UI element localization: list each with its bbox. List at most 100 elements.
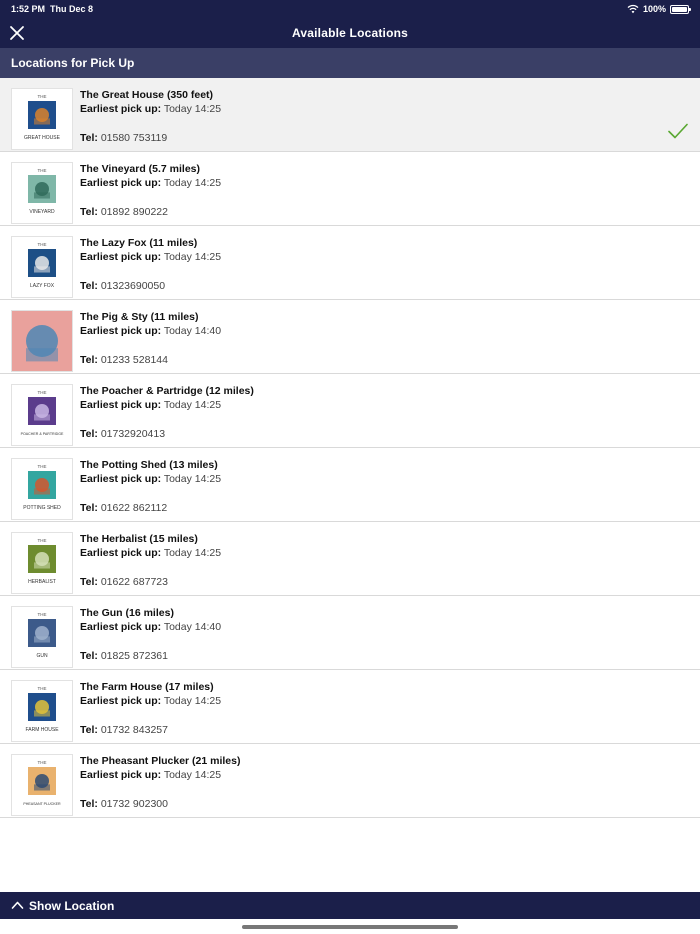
logo-bottom-text: PHEASANT PLUCKER bbox=[23, 802, 61, 806]
show-location-button[interactable]: Show Location bbox=[0, 892, 700, 919]
pickup-time: Earliest pick up: Today 14:25 bbox=[80, 695, 221, 707]
locations-list: THE GREAT HOUSE The Great House (350 feet)… bbox=[0, 78, 700, 818]
show-location-label: Show Location bbox=[29, 899, 115, 913]
location-name: The Farm House (17 miles) bbox=[80, 681, 214, 693]
tel-value: 01622 862112 bbox=[100, 502, 168, 514]
status-time: 1:52 PM bbox=[11, 4, 46, 14]
logo-bottom-text: LAZY FOX bbox=[30, 283, 55, 289]
location-row[interactable]: THE HERBALIST The Herbalist (15 miles) Earl… bbox=[0, 522, 700, 596]
location-row[interactable]: THE GUN The Gun (16 miles) Earliest pick up… bbox=[0, 596, 700, 670]
telephone: Tel: 01622 862112 bbox=[80, 502, 167, 514]
location-name: The Herbalist (15 miles) bbox=[80, 533, 198, 545]
tel-value: 01580 753119 bbox=[100, 132, 168, 144]
logo-top-text: THE bbox=[38, 538, 47, 543]
tel-label: Tel: bbox=[80, 502, 98, 514]
logo-bottom-text: POTTING SHED bbox=[23, 505, 61, 511]
chevron-up-icon bbox=[11, 901, 24, 909]
pickup-label: Earliest pick up: bbox=[80, 103, 162, 115]
status-indicators: 100% bbox=[627, 4, 691, 14]
location-row[interactable]: The Pig & Sty (11 miles) Earliest pick up… bbox=[0, 300, 700, 374]
location-name: The Potting Shed (13 miles) bbox=[80, 459, 218, 471]
pickup-time: Earliest pick up: Today 14:40 bbox=[80, 621, 221, 633]
location-row[interactable]: THE VINEYARD The Vineyard (5.7 miles) Earli… bbox=[0, 152, 700, 226]
location-row[interactable]: THE LAZY FOX The Lazy Fox (11 miles) Earlie… bbox=[0, 226, 700, 300]
telephone: Tel: 01233 528144 bbox=[80, 354, 168, 366]
tel-value: 01323690050 bbox=[100, 280, 166, 292]
pickup-value: Today 14:25 bbox=[163, 695, 222, 707]
location-logo: THE PHEASANT PLUCKER bbox=[11, 754, 73, 816]
logo-top-text: THE bbox=[38, 760, 47, 765]
tel-label: Tel: bbox=[80, 724, 98, 736]
section-header: Locations for Pick Up bbox=[0, 48, 700, 78]
battery-icon bbox=[670, 4, 691, 14]
location-name: The Poacher & Partridge (12 miles) bbox=[80, 385, 254, 397]
tel-label: Tel: bbox=[80, 354, 98, 366]
telephone: Tel: 01892 890222 bbox=[80, 206, 168, 218]
logo-bottom-text: POACHER & PARTRIDGE bbox=[21, 432, 64, 436]
pickup-value: Today 14:25 bbox=[163, 399, 222, 411]
telephone: Tel: 01622 687723 bbox=[80, 576, 168, 588]
pickup-time: Earliest pick up: Today 14:40 bbox=[80, 325, 221, 337]
home-indicator bbox=[242, 925, 458, 929]
location-row[interactable]: THE POACHER & PARTRIDGE The Poacher & Part… bbox=[0, 374, 700, 448]
location-logo: THE HERBALIST bbox=[11, 532, 73, 594]
location-row[interactable]: THE FARM HOUSE The Farm House (17 miles) Ea… bbox=[0, 670, 700, 744]
logo-top-text: THE bbox=[38, 686, 47, 691]
pickup-label: Earliest pick up: bbox=[80, 473, 162, 485]
pickup-time: Earliest pick up: Today 14:25 bbox=[80, 399, 221, 411]
tel-label: Tel: bbox=[80, 280, 98, 292]
logo-bottom-text: VINEYARD bbox=[29, 209, 55, 215]
tel-label: Tel: bbox=[80, 576, 98, 588]
status-bar: 1:52 PM Thu Dec 8 100% bbox=[0, 0, 700, 18]
pickup-label: Earliest pick up: bbox=[80, 695, 162, 707]
top-bar: 1:52 PM Thu Dec 8 100% Available Locatio… bbox=[0, 0, 700, 48]
logo-top-text: THE bbox=[38, 612, 47, 617]
tel-label: Tel: bbox=[80, 798, 98, 810]
telephone: Tel: 01323690050 bbox=[80, 280, 165, 292]
location-row[interactable]: THE GREAT HOUSE The Great House (350 feet)… bbox=[0, 78, 700, 152]
tel-value: 01732 843257 bbox=[100, 724, 168, 736]
location-logo: THE POTTING SHED bbox=[11, 458, 73, 520]
tel-value: 01892 890222 bbox=[100, 206, 168, 218]
logo-top-text: THE bbox=[38, 464, 47, 469]
pickup-time: Earliest pick up: Today 14:25 bbox=[80, 473, 221, 485]
logo-top-text: THE bbox=[38, 390, 47, 395]
pickup-value: Today 14:25 bbox=[163, 769, 222, 781]
logo-bottom-text: GREAT HOUSE bbox=[24, 135, 61, 141]
location-name: The Vineyard (5.7 miles) bbox=[80, 163, 201, 175]
location-logo bbox=[11, 310, 73, 372]
pickup-label: Earliest pick up: bbox=[80, 251, 162, 263]
pickup-label: Earliest pick up: bbox=[80, 621, 162, 633]
battery-percent: 100% bbox=[642, 4, 666, 14]
location-row[interactable]: THE PHEASANT PLUCKER The Pheasant Plucker … bbox=[0, 744, 700, 818]
pickup-label: Earliest pick up: bbox=[80, 399, 162, 411]
tel-label: Tel: bbox=[80, 206, 98, 218]
location-logo: THE FARM HOUSE bbox=[11, 680, 73, 742]
location-logo: THE LAZY FOX bbox=[11, 236, 73, 298]
location-logo: THE GREAT HOUSE bbox=[11, 88, 73, 150]
pickup-time: Earliest pick up: Today 14:25 bbox=[80, 103, 221, 115]
pickup-value: Today 14:25 bbox=[163, 251, 222, 263]
logo-top-text: THE bbox=[38, 242, 47, 247]
location-row[interactable]: THE POTTING SHED The Potting Shed (13 mile… bbox=[0, 448, 700, 522]
logo-top-text: THE bbox=[38, 94, 47, 99]
location-name: The Pheasant Plucker (21 miles) bbox=[80, 755, 241, 767]
location-logo: THE GUN bbox=[11, 606, 73, 668]
pickup-value: Today 14:25 bbox=[163, 103, 222, 115]
tel-value: 01732 902300 bbox=[100, 798, 168, 810]
telephone: Tel: 01825 872361 bbox=[80, 650, 168, 662]
tel-label: Tel: bbox=[80, 428, 98, 440]
telephone: Tel: 01732 843257 bbox=[80, 724, 168, 736]
checkmark-icon bbox=[668, 123, 688, 139]
pickup-time: Earliest pick up: Today 14:25 bbox=[80, 547, 221, 559]
location-name: The Pig & Sty (11 miles) bbox=[80, 311, 199, 323]
pickup-value: Today 14:40 bbox=[163, 621, 222, 633]
telephone: Tel: 01732 902300 bbox=[80, 798, 168, 810]
tel-value: 01732920413 bbox=[100, 428, 166, 440]
navigation-bar: Available Locations bbox=[0, 18, 700, 48]
logo-bottom-text: GUN bbox=[36, 653, 48, 659]
pickup-value: Today 14:40 bbox=[163, 325, 222, 337]
pickup-time: Earliest pick up: Today 14:25 bbox=[80, 251, 221, 263]
telephone: Tel: 01580 753119 bbox=[80, 132, 167, 144]
pickup-label: Earliest pick up: bbox=[80, 325, 162, 337]
